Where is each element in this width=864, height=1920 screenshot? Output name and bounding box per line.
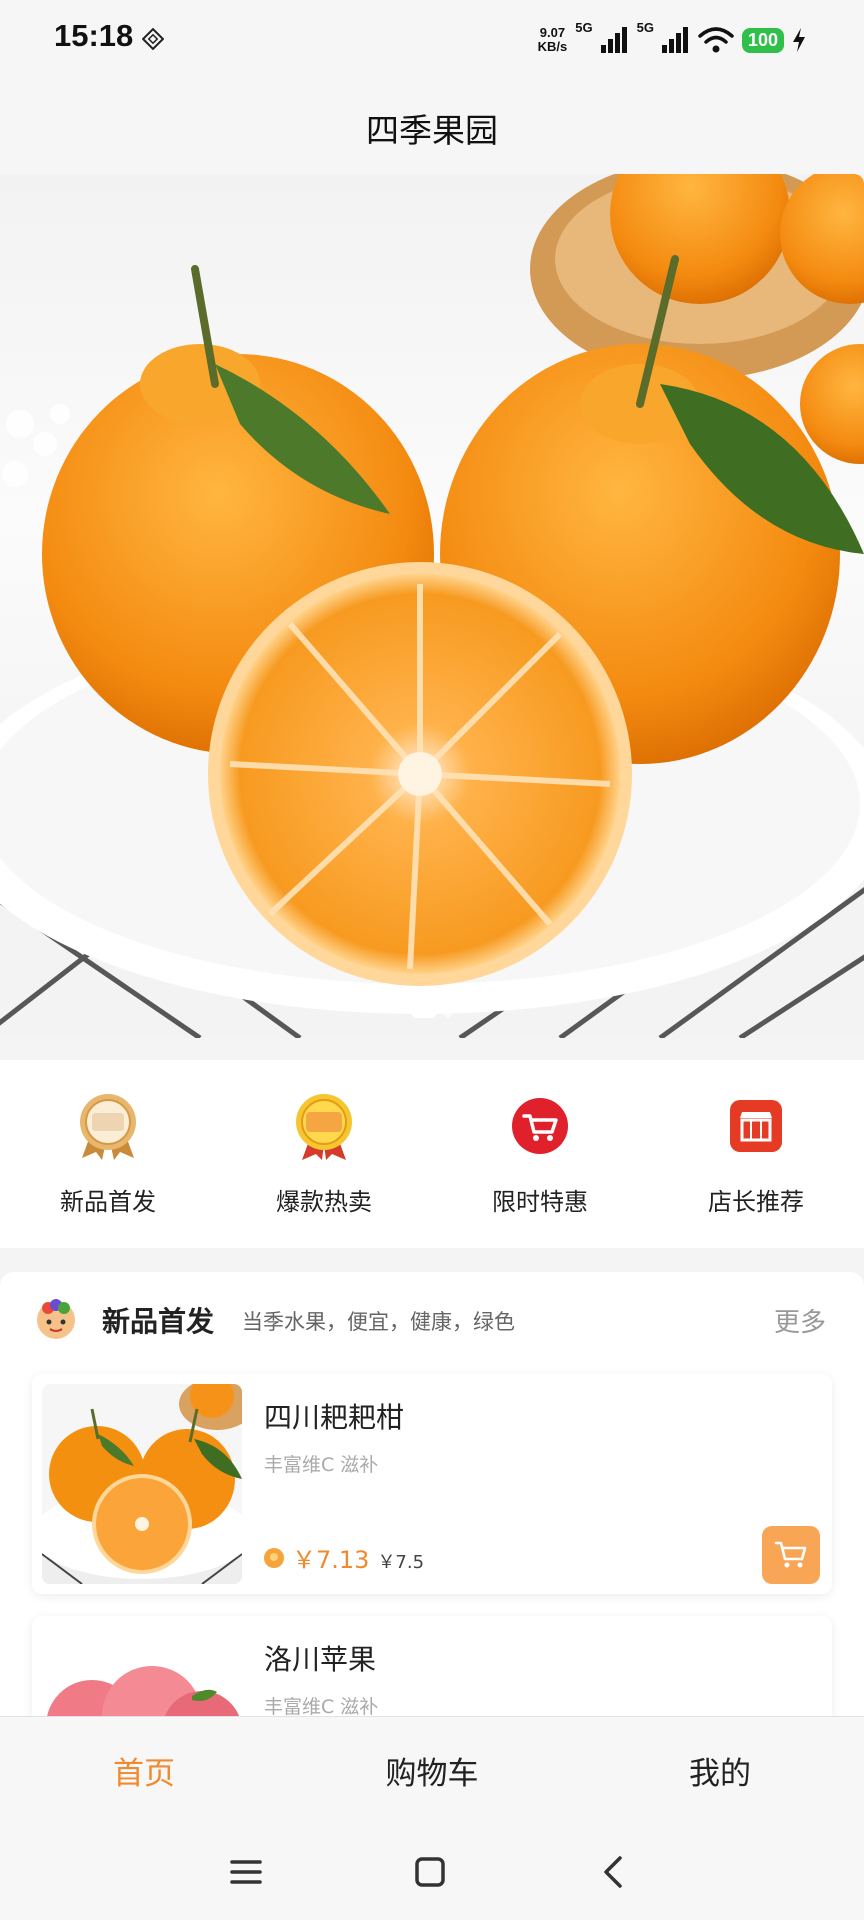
- limited-offer-cart-icon: [506, 1092, 574, 1160]
- nav-bar: 四季果园: [0, 80, 864, 174]
- product-thumbnail: [42, 1384, 242, 1584]
- cart-icon: [774, 1541, 807, 1568]
- tab-profile[interactable]: 我的: [576, 1717, 864, 1823]
- nfc-diamond-icon: [142, 28, 164, 50]
- status-indicators: 9.07 KB/s 5G 5G 100: [538, 18, 806, 62]
- network-speed-unit: KB/s: [537, 39, 568, 54]
- section-title: 新品首发: [102, 1305, 215, 1338]
- category-hot-sale[interactable]: 爆款热卖: [224, 1092, 424, 1217]
- tab-home[interactable]: 首页: [0, 1717, 288, 1823]
- wifi-icon: [698, 27, 734, 53]
- section-subtitle: 当季水果，便宜，健康，绿色: [242, 1310, 515, 1334]
- product-desc: 丰富维C 滋补: [264, 1454, 379, 1476]
- product-card[interactable]: 四川耙耙柑 丰富维C 滋补 ￥7.13 ￥7.5: [32, 1374, 832, 1594]
- add-to-cart-button[interactable]: [762, 1526, 820, 1584]
- network-speed: 9.07 KB/s: [538, 26, 568, 54]
- carousel-dots: [0, 1010, 864, 1018]
- product-thumbnail: [42, 1626, 242, 1716]
- signal-1-label: 5G: [575, 20, 593, 35]
- category-label: 新品首发: [60, 1187, 156, 1216]
- new-products-section: 新品首发 当季水果，便宜，健康，绿色 更多 四川耙耙柑 丰富维C 滋补 ￥7.1…: [0, 1272, 864, 1716]
- price-row: ￥7.13 ￥7.5: [264, 1540, 424, 1575]
- store-recommend-icon: [722, 1092, 790, 1160]
- category-label: 限时特惠: [492, 1187, 588, 1216]
- signal-bars-icon: [600, 27, 627, 53]
- carousel-dot-active[interactable]: [412, 1010, 436, 1018]
- page-title: 四季果园: [366, 111, 498, 150]
- category-label: 爆款热卖: [276, 1187, 372, 1216]
- status-bar: 15:18 9.07 KB/s 5G 5G 100: [0, 0, 864, 80]
- price-current: ￥7.13: [292, 1546, 370, 1574]
- category-store-recommend[interactable]: 店长推荐: [656, 1092, 856, 1217]
- product-card[interactable]: 洛川苹果 丰富维C 滋补: [32, 1616, 832, 1716]
- home-square-icon[interactable]: [410, 1852, 450, 1892]
- category-nav: 新品首发 爆款热卖 限时特惠 店长推荐: [0, 1060, 864, 1248]
- product-name: 四川耙耙柑: [264, 1401, 405, 1434]
- menu-icon[interactable]: [226, 1852, 266, 1892]
- network-speed-value: 9.07: [539, 25, 566, 40]
- category-new-products[interactable]: 新品首发: [8, 1092, 208, 1217]
- price-original: ￥7.5: [377, 1552, 425, 1573]
- status-time: 15:18: [54, 18, 134, 53]
- new-product-medal-icon: [74, 1092, 142, 1160]
- banner-carousel[interactable]: [0, 174, 864, 1038]
- tab-cart[interactable]: 购物车: [288, 1717, 576, 1823]
- price-coin-icon: [264, 1547, 284, 1568]
- signal-2-label: 5G: [636, 20, 654, 35]
- signal-bars-icon: [661, 27, 688, 53]
- category-limited-offer[interactable]: 限时特惠: [440, 1092, 640, 1217]
- product-desc: 丰富维C 滋补: [264, 1696, 379, 1716]
- product-name: 洛川苹果: [264, 1643, 377, 1676]
- fruit-basket-logo-icon: [37, 1299, 75, 1339]
- carousel-dot[interactable]: [444, 1010, 452, 1018]
- hot-sale-badge-icon: [290, 1092, 358, 1160]
- back-chevron-icon[interactable]: [594, 1852, 634, 1892]
- bottom-tab-bar: 首页 购物车 我的: [0, 1716, 864, 1823]
- banner-oranges-image: [0, 174, 864, 1038]
- section-header: 新品首发 当季水果，便宜，健康，绿色 更多: [0, 1272, 864, 1368]
- battery-indicator: 100: [741, 27, 784, 53]
- system-navigation-bar: [0, 1822, 864, 1920]
- category-label: 店长推荐: [708, 1187, 804, 1216]
- charging-bolt-icon: [793, 28, 805, 52]
- section-more-link[interactable]: 更多: [774, 1302, 826, 1339]
